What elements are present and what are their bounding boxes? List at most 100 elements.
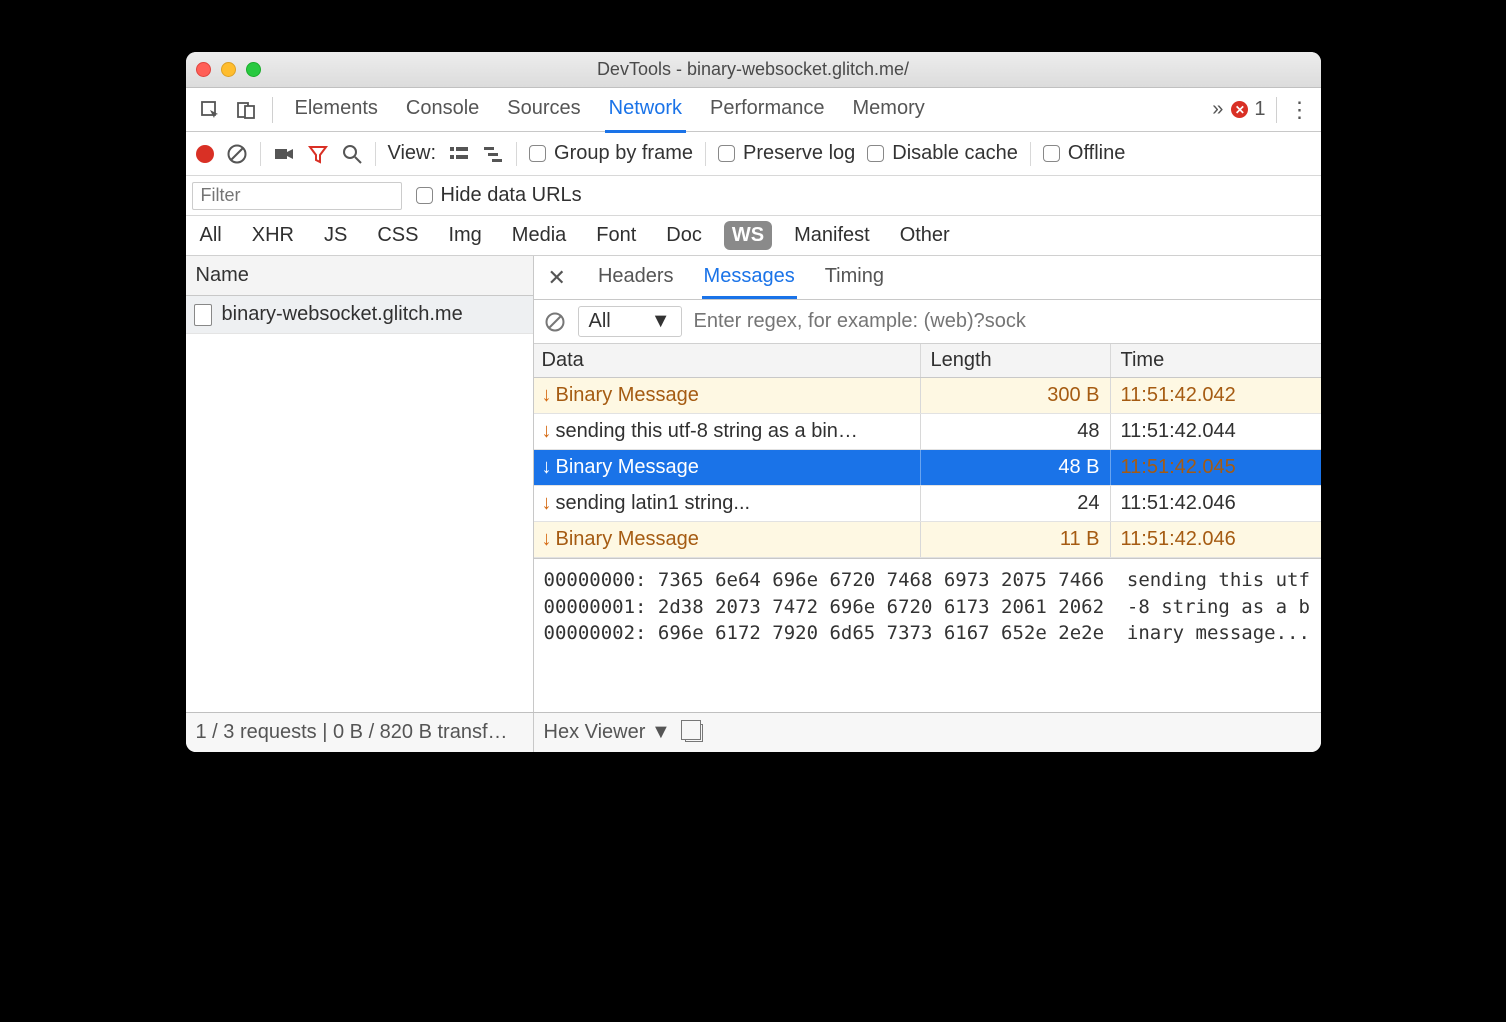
- separator: [1276, 97, 1277, 123]
- requests-header: Name: [186, 256, 533, 296]
- message-type-select[interactable]: All ▼: [578, 306, 682, 337]
- clear-icon[interactable]: [226, 143, 248, 165]
- device-toolbar-icon[interactable]: [230, 94, 262, 126]
- view-label: View:: [388, 142, 437, 165]
- message-time: 11:51:42.045: [1111, 450, 1321, 485]
- type-font[interactable]: Font: [588, 221, 644, 250]
- message-filter-bar: All ▼: [534, 300, 1321, 344]
- group-by-frame-checkbox[interactable]: Group by frame: [529, 142, 693, 165]
- type-manifest[interactable]: Manifest: [786, 221, 878, 250]
- subtab-headers[interactable]: Headers: [596, 257, 676, 298]
- message-time: 11:51:42.046: [1111, 486, 1321, 521]
- arrow-down-icon: ↓: [542, 384, 552, 407]
- hex-dump: 00000000: 7365 6e64 696e 6720 7468 6973 …: [534, 558, 1321, 712]
- message-length: 48 B: [921, 450, 1111, 485]
- tab-sources[interactable]: Sources: [503, 87, 584, 132]
- arrow-down-icon: ↓: [542, 456, 552, 479]
- type-js[interactable]: JS: [316, 221, 355, 250]
- arrow-down-icon: ↓: [542, 492, 552, 515]
- type-css[interactable]: CSS: [369, 221, 426, 250]
- message-row[interactable]: ↓Binary Message 11 B11:51:42.046: [534, 522, 1321, 558]
- chevron-down-icon: ▼: [651, 310, 671, 333]
- type-xhr[interactable]: XHR: [244, 221, 302, 250]
- separator: [272, 97, 273, 123]
- filter-row: Hide data URLs: [186, 176, 1321, 216]
- col-time[interactable]: Time: [1111, 344, 1321, 377]
- zoom-icon[interactable]: [246, 62, 261, 77]
- type-ws[interactable]: WS: [724, 221, 772, 250]
- detail-pane: ✕ Headers Messages Timing All ▼ Data Lengt…: [534, 256, 1321, 712]
- message-length: 300 B: [921, 378, 1111, 413]
- message-time: 11:51:42.046: [1111, 522, 1321, 557]
- devtools-window: DevTools - binary-websocket.glitch.me/ E…: [186, 52, 1321, 752]
- status-left: 1 / 3 requests | 0 B / 820 B transf…: [186, 713, 534, 752]
- window-title: DevTools - binary-websocket.glitch.me/: [186, 59, 1321, 80]
- message-row[interactable]: ↓Binary Message 300 B11:51:42.042: [534, 378, 1321, 414]
- message-time: 11:51:42.042: [1111, 378, 1321, 413]
- col-length[interactable]: Length: [921, 344, 1111, 377]
- preserve-log-checkbox[interactable]: Preserve log: [718, 142, 855, 165]
- waterfall-icon[interactable]: [482, 143, 504, 165]
- filter-input[interactable]: [192, 182, 402, 210]
- type-doc[interactable]: Doc: [658, 221, 710, 250]
- filter-icon[interactable]: [307, 143, 329, 165]
- tab-elements[interactable]: Elements: [291, 87, 382, 132]
- large-rows-icon[interactable]: [448, 143, 470, 165]
- tab-console[interactable]: Console: [402, 87, 483, 132]
- hex-viewer-select[interactable]: Hex Viewer ▼: [544, 721, 671, 744]
- messages-table: Data Length Time ↓Binary Message300 B11:…: [534, 344, 1321, 558]
- copy-icon[interactable]: [685, 724, 703, 742]
- type-img[interactable]: Img: [440, 221, 489, 250]
- arrow-down-icon: ↓: [542, 420, 552, 443]
- minimize-icon[interactable]: [221, 62, 236, 77]
- error-badge[interactable]: ✕ 1: [1231, 98, 1265, 121]
- request-row[interactable]: binary-websocket.glitch.me: [186, 296, 533, 334]
- clear-messages-icon[interactable]: [544, 311, 566, 333]
- record-icon[interactable]: [196, 145, 214, 163]
- message-row[interactable]: ↓sending latin1 string...2411:51:42.046: [534, 486, 1321, 522]
- message-text: Binary Message: [556, 456, 699, 479]
- error-icon: ✕: [1231, 101, 1248, 118]
- message-length: 48: [921, 414, 1111, 449]
- offline-checkbox[interactable]: Offline: [1043, 142, 1125, 165]
- tabs-overflow-icon[interactable]: »: [1208, 88, 1227, 131]
- message-text: Binary Message: [556, 528, 699, 551]
- message-length: 11 B: [921, 522, 1111, 557]
- tab-performance[interactable]: Performance: [706, 87, 829, 132]
- status-bar: 1 / 3 requests | 0 B / 820 B transf… Hex…: [186, 712, 1321, 752]
- subtab-messages[interactable]: Messages: [702, 257, 797, 299]
- disable-cache-checkbox[interactable]: Disable cache: [867, 142, 1018, 165]
- arrow-down-icon: ↓: [542, 528, 552, 551]
- message-row[interactable]: ↓sending this utf-8 string as a bin… 4811…: [534, 414, 1321, 450]
- type-other[interactable]: Other: [892, 221, 958, 250]
- col-data[interactable]: Data: [534, 344, 921, 377]
- camera-icon[interactable]: [273, 143, 295, 165]
- close-icon[interactable]: [196, 62, 211, 77]
- message-time: 11:51:42.044: [1111, 414, 1321, 449]
- message-text: sending latin1 string...: [556, 492, 751, 515]
- detail-tabs: ✕ Headers Messages Timing: [534, 256, 1321, 300]
- traffic-lights: [196, 62, 261, 77]
- message-row[interactable]: ↓Binary Message 48 B11:51:42.045: [534, 450, 1321, 486]
- tab-network[interactable]: Network: [605, 87, 686, 133]
- message-text: sending this utf-8 string as a bin…: [556, 420, 858, 443]
- document-icon: [194, 304, 212, 326]
- panel-tabs: Elements Console Sources Network Performance…: [186, 88, 1321, 132]
- inspect-icon[interactable]: [194, 94, 226, 126]
- search-icon[interactable]: [341, 143, 363, 165]
- error-count: 1: [1254, 98, 1265, 121]
- hide-data-urls-checkbox[interactable]: Hide data URLs: [416, 184, 582, 207]
- message-regex-input[interactable]: [694, 310, 1311, 333]
- request-name: binary-websocket.glitch.me: [222, 303, 463, 326]
- close-detail-icon[interactable]: ✕: [544, 265, 570, 291]
- message-text: Binary Message: [556, 384, 699, 407]
- type-all[interactable]: All: [192, 221, 230, 250]
- tab-memory[interactable]: Memory: [849, 87, 929, 132]
- network-toolbar: View: Group by frame Preserve log Disabl…: [186, 132, 1321, 176]
- split-pane: Name binary-websocket.glitch.me ✕ Header…: [186, 256, 1321, 712]
- kebab-menu-icon[interactable]: ⋮: [1287, 97, 1313, 123]
- subtab-timing[interactable]: Timing: [823, 257, 886, 298]
- type-filters: All XHR JS CSS Img Media Font Doc WS Manifest Othe…: [186, 216, 1321, 256]
- type-media[interactable]: Media: [504, 221, 574, 250]
- titlebar: DevTools - binary-websocket.glitch.me/: [186, 52, 1321, 88]
